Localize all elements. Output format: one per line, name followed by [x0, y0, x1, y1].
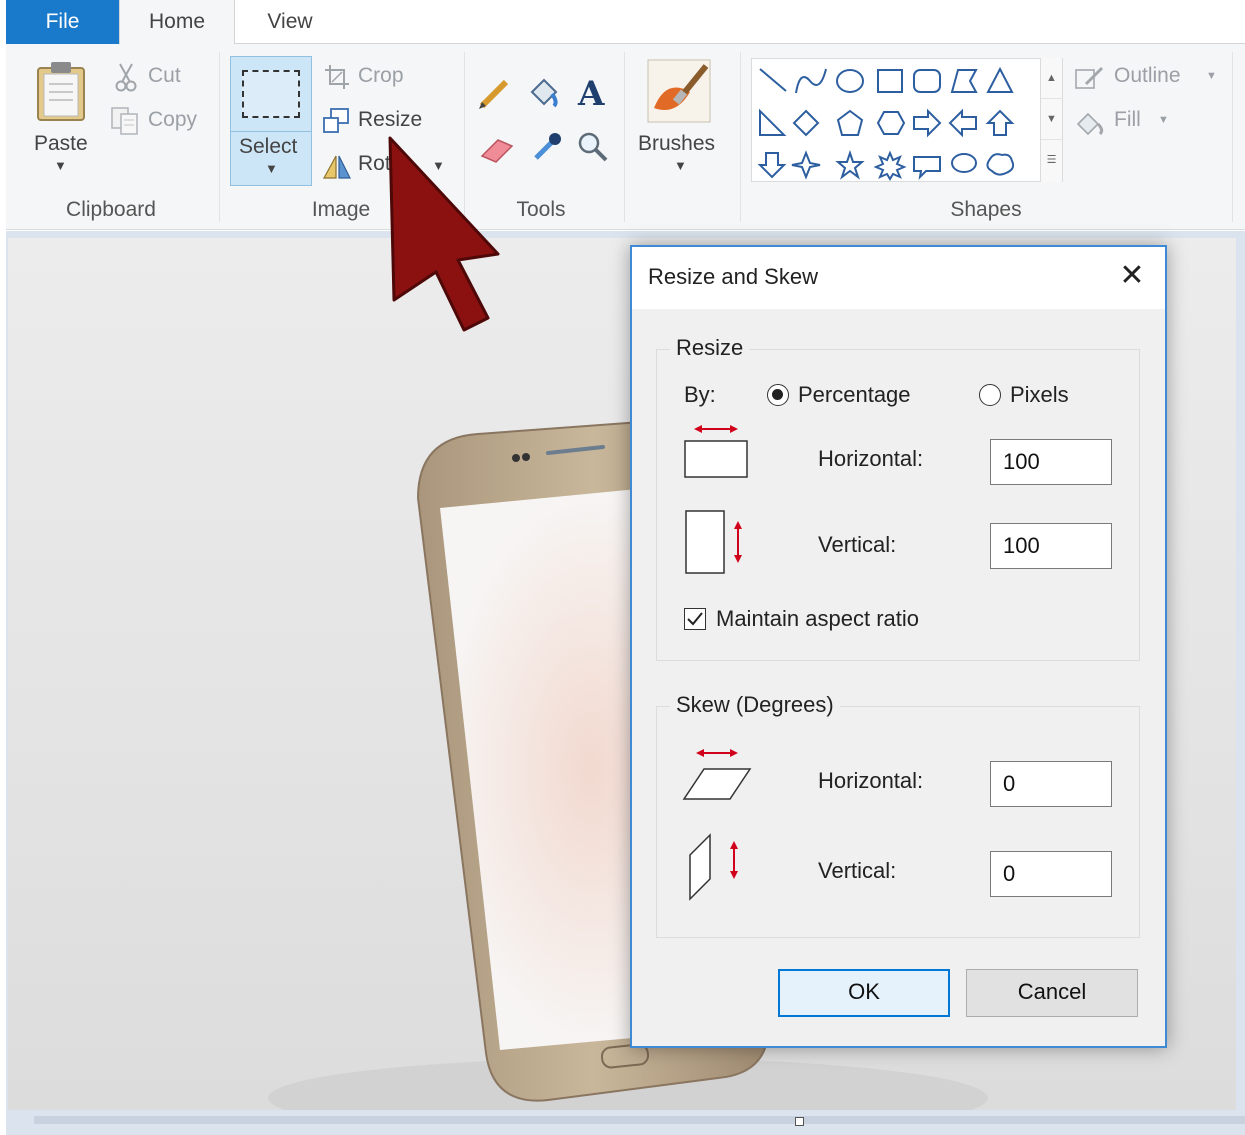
resize-button[interactable]: Resize	[320, 106, 430, 138]
fill-dropdown-icon[interactable]: ▼	[1158, 114, 1169, 126]
outline-button[interactable]: Outline ▼	[1074, 62, 1224, 94]
crop-label: Crop	[358, 64, 404, 87]
resize-skew-dialog: Resize and Skew ✕ Resize By: Percentage …	[630, 245, 1167, 1048]
scissors-icon	[115, 63, 137, 92]
skew-horizontal-icon	[682, 749, 752, 800]
close-icon[interactable]: ✕	[1117, 261, 1147, 291]
resize-vertical-input[interactable]: 100	[990, 523, 1112, 569]
maintain-aspect-checkbox[interactable]	[684, 608, 706, 630]
dialog-titlebar[interactable]: Resize and Skew ✕	[632, 247, 1165, 309]
resize-icon	[323, 108, 349, 133]
brushes-button[interactable]: Brushes ▼	[634, 54, 726, 184]
outline-dropdown-icon[interactable]: ▼	[1206, 70, 1217, 82]
fill-icon	[1076, 112, 1104, 136]
pixels-label[interactable]: Pixels	[1010, 382, 1069, 408]
cut-label: Cut	[148, 64, 181, 87]
fill-label: Fill	[1114, 108, 1141, 131]
fill-bucket-icon[interactable]	[526, 74, 562, 110]
horizontal-scrollbar[interactable]	[34, 1116, 1245, 1124]
group-separator	[1232, 52, 1233, 222]
select-button[interactable]: Select ▼	[230, 56, 312, 186]
cut-button[interactable]: Cut	[112, 62, 200, 94]
gallery-expand-icon[interactable]: ☰	[1041, 140, 1062, 181]
clipboard-group-label: Clipboard	[66, 198, 156, 221]
cancel-button[interactable]: Cancel	[966, 969, 1138, 1017]
outline-icon	[1075, 66, 1104, 89]
skew-vertical-input[interactable]: 0	[990, 851, 1112, 897]
checkmark-icon	[687, 612, 703, 626]
group-separator	[740, 52, 741, 222]
brushes-dropdown-icon[interactable]: ▼	[674, 158, 687, 173]
paste-dropdown-icon[interactable]: ▼	[54, 158, 67, 173]
paste-button[interactable]: Paste ▼	[20, 54, 102, 184]
clipboard-icon	[37, 62, 85, 121]
percentage-radio[interactable]	[767, 384, 789, 406]
group-separator	[219, 52, 220, 222]
select-marquee-icon	[242, 70, 300, 118]
color-picker-icon[interactable]	[530, 130, 564, 164]
percentage-label[interactable]: Percentage	[798, 382, 911, 408]
gallery-scroll-down-icon[interactable]: ▼	[1041, 99, 1062, 140]
select-split	[231, 131, 311, 132]
dialog-title: Resize and Skew	[648, 264, 818, 289]
resize-legend: Resize	[670, 335, 750, 361]
outline-label: Outline	[1114, 64, 1181, 87]
annotation-arrow-icon	[388, 136, 500, 332]
skew-legend: Skew (Degrees)	[670, 692, 840, 718]
shapes-gallery-scroll[interactable]: ▲ ▼ ☰	[1040, 58, 1062, 182]
shapes-grid-icon	[757, 66, 1015, 181]
ribbon: Paste ▼ Cut Copy Clipboard Select ▼ Crop…	[6, 44, 1245, 230]
fill-button[interactable]: Fill ▼	[1074, 106, 1184, 138]
pencil-icon[interactable]	[476, 76, 512, 112]
paste-label: Paste	[34, 132, 88, 155]
skew-horizontal-input[interactable]: 0	[990, 761, 1112, 807]
copy-icon	[111, 107, 138, 135]
copy-label: Copy	[148, 108, 198, 131]
select-dropdown-icon[interactable]: ▼	[265, 161, 278, 176]
resize-vertical-label: Vertical:	[818, 532, 897, 557]
resize-horizontal-icon	[684, 425, 748, 478]
resize-horizontal-label: Horizontal:	[818, 446, 924, 471]
shapes-group-label: Shapes	[950, 198, 1022, 221]
skew-horizontal-label: Horizontal:	[818, 768, 924, 793]
brushes-label: Brushes	[638, 132, 716, 155]
by-label: By:	[684, 382, 716, 407]
crop-icon	[325, 65, 349, 89]
resize-horizontal-input[interactable]: 100	[990, 439, 1112, 485]
crop-button[interactable]: Crop	[322, 62, 422, 94]
tab-home[interactable]: Home	[119, 0, 235, 45]
rotate-icon	[322, 155, 351, 179]
select-label: Select	[239, 135, 298, 158]
pixels-radio[interactable]	[979, 384, 1001, 406]
brush-icon	[647, 59, 711, 123]
group-separator	[624, 52, 625, 222]
magnifier-icon[interactable]	[576, 130, 610, 164]
tab-file[interactable]: File	[6, 0, 119, 44]
ok-button[interactable]: OK	[778, 969, 950, 1017]
tab-view[interactable]: View	[235, 0, 345, 44]
text-tool-icon[interactable]: A	[578, 74, 604, 114]
resize-label: Resize	[358, 108, 423, 131]
ribbon-tab-bar: File Home View	[6, 0, 1245, 45]
shapes-gallery[interactable]	[751, 58, 1063, 182]
skew-vertical-label: Vertical:	[818, 858, 897, 883]
maintain-aspect-label[interactable]: Maintain aspect ratio	[716, 606, 919, 632]
canvas-resize-handle[interactable]	[795, 1117, 804, 1126]
skew-vertical-icon	[689, 833, 738, 901]
resize-vertical-icon	[685, 510, 742, 574]
gallery-scroll-up-icon[interactable]: ▲	[1041, 58, 1062, 99]
copy-button[interactable]: Copy	[110, 106, 210, 138]
